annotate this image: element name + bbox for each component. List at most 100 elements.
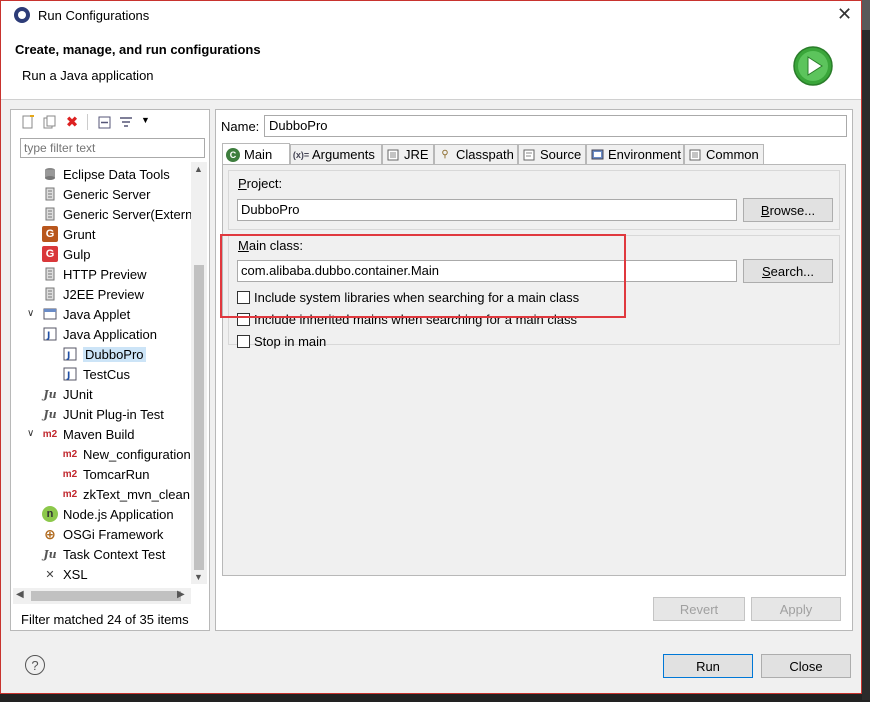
- tree-item-tomcarrun[interactable]: m2 TomcarRun: [62, 464, 150, 484]
- run-icon: [793, 46, 833, 86]
- eclipse-icon: [14, 7, 30, 23]
- tree-item-testcus[interactable]: J TestCus: [62, 364, 130, 384]
- junit-icon: Ju: [43, 387, 57, 401]
- scroll-right-icon[interactable]: ▶: [177, 589, 185, 600]
- server-icon: [42, 186, 58, 202]
- osgi-icon: ⊕: [44, 525, 56, 542]
- close-button[interactable]: Close: [761, 654, 851, 678]
- tab-arguments[interactable]: (x)= Arguments: [290, 144, 382, 164]
- source-icon: [522, 148, 536, 162]
- tree-item-generic-server-external[interactable]: Generic Server(Extern: [42, 204, 191, 224]
- tree-item-new-configuration[interactable]: m2 New_configuration: [62, 444, 191, 464]
- tree-item-label: DubboPro: [83, 346, 146, 362]
- tree-item-label: Gulp: [63, 246, 91, 262]
- junit-plugin-icon: Ju: [43, 407, 57, 421]
- tab-source[interactable]: Source: [518, 144, 586, 164]
- tree-item-label: Task Context Test: [63, 546, 166, 562]
- tab-label: Classpath: [456, 147, 514, 162]
- tree-item-gulp[interactable]: G Gulp: [42, 244, 90, 264]
- new-config-icon[interactable]: [19, 113, 37, 131]
- tree-item-label: Java Application: [63, 326, 157, 342]
- name-label: Name:: [221, 119, 260, 134]
- tree-item-task-context-test[interactable]: Ju Task Context Test: [42, 544, 165, 564]
- tab-label: Arguments: [312, 147, 375, 162]
- tree-item-j2ee-preview[interactable]: J2EE Preview: [42, 284, 144, 304]
- tab-main[interactable]: C Main: [222, 143, 290, 165]
- svg-text:J: J: [66, 371, 70, 381]
- filter-icon[interactable]: [117, 113, 135, 131]
- checkbox-label: Stop in main: [254, 334, 327, 349]
- maven-icon: m2: [62, 488, 78, 500]
- tab-classpath[interactable]: ⚲ Classpath: [434, 144, 518, 164]
- java-config-icon: J: [62, 366, 78, 382]
- maven-icon: m2: [62, 448, 78, 460]
- browse-button[interactable]: Browse...: [743, 198, 833, 222]
- tab-label: Environment: [608, 147, 681, 162]
- stop-in-main-checkbox[interactable]: Stop in main: [237, 334, 326, 349]
- svg-text:J: J: [66, 351, 70, 361]
- scroll-up-icon[interactable]: ▲: [194, 164, 203, 174]
- scroll-thumb[interactable]: [194, 265, 204, 570]
- apply-button[interactable]: Apply: [751, 597, 841, 621]
- main-tab-icon: C: [226, 147, 240, 162]
- collapse-all-icon[interactable]: [95, 113, 113, 131]
- server-icon: [42, 266, 58, 282]
- tab-jre[interactable]: JRE: [382, 144, 434, 164]
- tree-item-eclipse-data-tools[interactable]: Eclipse Data Tools: [42, 164, 170, 184]
- tree-item-junit[interactable]: Ju JUnit: [42, 384, 92, 404]
- arguments-icon: (x)=: [292, 149, 310, 160]
- window-title: Run Configurations: [38, 8, 150, 23]
- tab-environment[interactable]: Environment: [586, 144, 684, 164]
- tree-item-label: zkText_mvn_clean: [83, 486, 190, 502]
- tree-item-junit-plugin-test[interactable]: Ju JUnit Plug-in Test: [42, 404, 164, 424]
- tree-item-maven-build[interactable]: m2 Maven Build: [42, 424, 135, 444]
- tab-label: Source: [540, 147, 582, 162]
- tree-item-grunt[interactable]: G Grunt: [42, 224, 96, 244]
- name-input[interactable]: DubboPro: [264, 115, 847, 137]
- tab-label: Common: [706, 147, 759, 162]
- chevron-down-icon[interactable]: ∨: [27, 308, 34, 319]
- checkbox-box[interactable]: [237, 335, 250, 348]
- java-app-icon: J: [42, 326, 58, 342]
- java-config-icon: J: [62, 346, 78, 362]
- tree-item-generic-server[interactable]: Generic Server: [42, 184, 150, 204]
- tree-item-java-applet[interactable]: Java Applet: [42, 304, 130, 324]
- search-button[interactable]: Search...: [743, 259, 833, 283]
- tree-item-java-application[interactable]: J Java Application: [42, 324, 157, 344]
- duplicate-icon[interactable]: [41, 113, 59, 131]
- filter-input[interactable]: [20, 138, 205, 158]
- tree-item-dubbopro[interactable]: J DubboPro: [62, 344, 146, 364]
- help-icon[interactable]: ?: [25, 655, 45, 675]
- title-bar: Run Configurations ✕: [1, 1, 861, 31]
- tree-item-label: TomcarRun: [83, 466, 150, 482]
- tree-item-osgi-framework[interactable]: ⊕ OSGi Framework: [42, 524, 163, 544]
- delete-icon[interactable]: ✖: [63, 113, 81, 131]
- tree-item-xsl[interactable]: ✕ XSL: [42, 564, 87, 584]
- scroll-thumb[interactable]: [31, 591, 181, 601]
- maven-icon: m2: [42, 428, 58, 440]
- main-tab-content: Project: DubboPro Browse... Main class: …: [222, 164, 846, 576]
- run-button[interactable]: Run: [663, 654, 753, 678]
- gulp-icon: G: [42, 246, 58, 262]
- scroll-down-icon[interactable]: ▼: [194, 572, 203, 582]
- nodejs-icon: n: [42, 506, 58, 522]
- configuration-editor-panel: Name: DubboPro C Main (x)= Arguments JRE…: [215, 109, 853, 631]
- tree-item-label: TestCus: [83, 366, 130, 382]
- close-icon[interactable]: ✕: [837, 4, 852, 25]
- chevron-down-icon[interactable]: ∨: [27, 428, 34, 439]
- tree-item-zktext-mvn-clean[interactable]: m2 zkText_mvn_clean: [62, 484, 190, 504]
- chevron-down-icon[interactable]: ▼: [141, 115, 150, 125]
- tree-item-http-preview[interactable]: HTTP Preview: [42, 264, 147, 284]
- project-input[interactable]: DubboPro: [237, 199, 737, 221]
- common-icon: [688, 148, 702, 162]
- tree-item-nodejs-application[interactable]: n Node.js Application: [42, 504, 174, 524]
- tab-common[interactable]: Common: [684, 144, 764, 164]
- tab-label: JRE: [404, 147, 429, 162]
- tree-item-label: New_configuration: [83, 446, 191, 462]
- revert-button[interactable]: Revert: [653, 597, 745, 621]
- configuration-tree: Eclipse Data Tools Generic Server Generi…: [11, 164, 191, 584]
- tree-item-label: Grunt: [63, 226, 96, 242]
- maven-icon: m2: [62, 468, 78, 480]
- scroll-left-icon[interactable]: ◀: [16, 589, 24, 600]
- svg-text:J: J: [46, 331, 50, 341]
